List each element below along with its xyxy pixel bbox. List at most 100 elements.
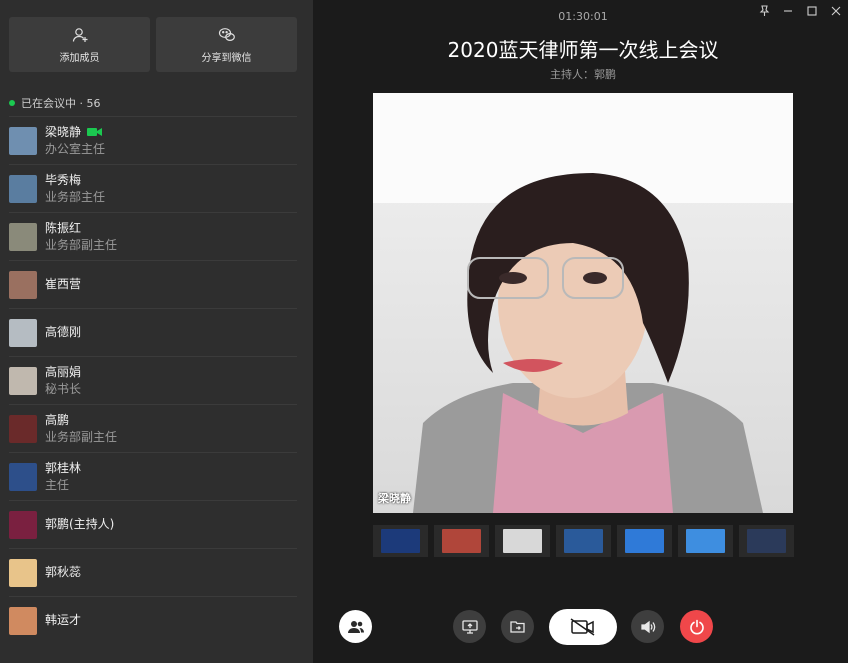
screen-share-icon — [461, 619, 478, 634]
online-dot-icon — [9, 100, 15, 106]
main-stage: 01:30:01 2020蓝天律师第一次线上会议 主持人：郭鹏 梁晓静 — [313, 0, 848, 663]
meeting-window: 添加成员 分享到微信 已在会议中 · 56 梁晓静 办公室主任毕秀梅业务部主任陈振… — [0, 0, 848, 663]
add-member-label: 添加成员 — [59, 52, 100, 64]
member-name: 高德刚 — [45, 324, 81, 341]
speaker-video[interactable]: 梁晓静 — [373, 93, 793, 513]
participant-thumbnail[interactable] — [495, 525, 550, 557]
member-name-text: 郭秋蕊 — [45, 565, 82, 579]
member-title: 业务部副主任 — [45, 429, 118, 444]
avatar — [9, 318, 37, 347]
member-name: 高鹏 — [45, 412, 117, 429]
participant-thumbnail[interactable] — [373, 525, 428, 557]
participant-thumbnail[interactable] — [617, 525, 672, 557]
member-name-text: 高鹏 — [45, 412, 70, 427]
thumbnail-image — [442, 529, 481, 553]
list-item[interactable]: 梁晓静 办公室主任 — [9, 116, 297, 164]
thumbnail-image — [686, 529, 725, 553]
list-item[interactable]: 郭桂林 主任 — [9, 452, 297, 500]
avatar — [9, 126, 37, 155]
member-name-text: 高德刚 — [45, 325, 82, 339]
avatar — [9, 510, 37, 539]
member-name-text: 毕秀梅 — [45, 172, 82, 187]
status-text: 已在会议中 · 56 — [21, 97, 101, 110]
member-info: 郭桂林 主任 — [45, 460, 81, 494]
file-share-button[interactable] — [501, 610, 534, 643]
share-wechat-label: 分享到微信 — [201, 52, 252, 64]
member-name: 毕秀梅 — [45, 172, 105, 189]
member-info: 毕秀梅 业务部主任 — [45, 172, 105, 206]
members-icon — [347, 620, 364, 633]
list-item[interactable]: 陈振红 业务部副主任 — [9, 212, 297, 260]
member-title: 业务部主任 — [45, 189, 106, 204]
member-title: 业务部副主任 — [45, 237, 118, 252]
list-item[interactable]: 韩运才 — [9, 596, 297, 644]
list-item[interactable]: 毕秀梅 业务部主任 — [9, 164, 297, 212]
member-name: 崔西营 — [45, 276, 81, 293]
share-wechat-button[interactable]: 分享到微信 — [156, 17, 297, 72]
control-bar — [313, 609, 848, 645]
member-name: 郭秋蕊 — [45, 564, 81, 581]
list-item[interactable]: 高丽娟 秘书长 — [9, 356, 297, 404]
speaker-icon — [640, 620, 655, 633]
member-name-text: 郭桂林 — [45, 460, 82, 475]
list-item[interactable]: 郭秋蕊 — [9, 548, 297, 596]
avatar — [9, 366, 37, 395]
participant-thumbnail[interactable] — [739, 525, 794, 557]
list-item[interactable]: 高德刚 — [9, 308, 297, 356]
member-name: 郭鹏(主持人) — [45, 516, 114, 533]
list-item[interactable]: 崔西营 — [9, 260, 297, 308]
member-info: 高丽娟 秘书长 — [45, 364, 81, 398]
avatar — [9, 174, 37, 203]
meeting-timer: 01:30:01 — [558, 10, 608, 23]
participant-thumbnail[interactable] — [434, 525, 489, 557]
thumbnail-image — [747, 529, 786, 553]
speaker-name-label: 梁晓静 — [378, 492, 411, 505]
list-item[interactable]: 郭鹏(主持人) — [9, 500, 297, 548]
participants-sidebar: 添加成员 分享到微信 已在会议中 · 56 梁晓静 办公室主任毕秀梅业务部主任陈振… — [0, 0, 313, 663]
file-share-icon — [510, 621, 525, 633]
meeting-status: 已在会议中 · 56 — [0, 72, 313, 112]
camera-off-icon — [570, 618, 595, 636]
avatar — [9, 222, 37, 251]
list-item[interactable]: 高鹏 业务部副主任 — [9, 404, 297, 452]
camera-on-icon — [87, 128, 103, 136]
camera-toggle-button[interactable] — [549, 609, 617, 645]
member-info: 崔西营 — [45, 276, 81, 293]
add-member-button[interactable]: 添加成员 — [9, 17, 150, 72]
member-info: 韩运才 — [45, 612, 81, 629]
member-name: 陈振红 — [45, 220, 117, 237]
member-name: 梁晓静 — [45, 124, 105, 141]
avatar — [9, 414, 37, 443]
speaker-video-image — [373, 93, 793, 513]
member-title: 秘书长 — [45, 381, 82, 396]
member-name-text: 高丽娟 — [45, 364, 82, 379]
member-info: 陈振红 业务部副主任 — [45, 220, 117, 254]
avatar — [9, 270, 37, 299]
thumbnail-image — [625, 529, 664, 553]
member-info: 高鹏 业务部副主任 — [45, 412, 117, 446]
meeting-title: 2020蓝天律师第一次线上会议 — [447, 38, 719, 62]
power-icon — [689, 619, 704, 634]
thumbnail-image — [381, 529, 420, 553]
thumbnail-image — [564, 529, 603, 553]
member-info: 高德刚 — [45, 324, 81, 341]
participant-thumbnail[interactable] — [678, 525, 733, 557]
screen-share-button[interactable] — [453, 610, 486, 643]
avatar — [9, 558, 37, 587]
leave-meeting-button[interactable] — [680, 610, 713, 643]
thumbnail-image — [503, 529, 542, 553]
avatar — [9, 462, 37, 491]
member-name: 高丽娟 — [45, 364, 81, 381]
member-name: 郭桂林 — [45, 460, 81, 477]
avatar — [9, 606, 37, 635]
participant-thumbnail[interactable] — [556, 525, 611, 557]
member-name-text: 韩运才 — [45, 613, 82, 627]
members-button[interactable] — [339, 610, 372, 643]
member-title: 主任 — [45, 477, 70, 492]
participant-thumbnails — [373, 525, 794, 557]
member-name: 韩运才 — [45, 612, 81, 629]
member-list: 梁晓静 办公室主任 毕秀梅 业务部主任 陈振红 业务部副主任 崔西营 高德刚 高丽娟 秘书长 高鹏业… — [9, 116, 297, 644]
wechat-icon — [218, 27, 235, 41]
speaker-button[interactable] — [631, 610, 664, 643]
member-info: 梁晓静 办公室主任 — [45, 124, 105, 158]
